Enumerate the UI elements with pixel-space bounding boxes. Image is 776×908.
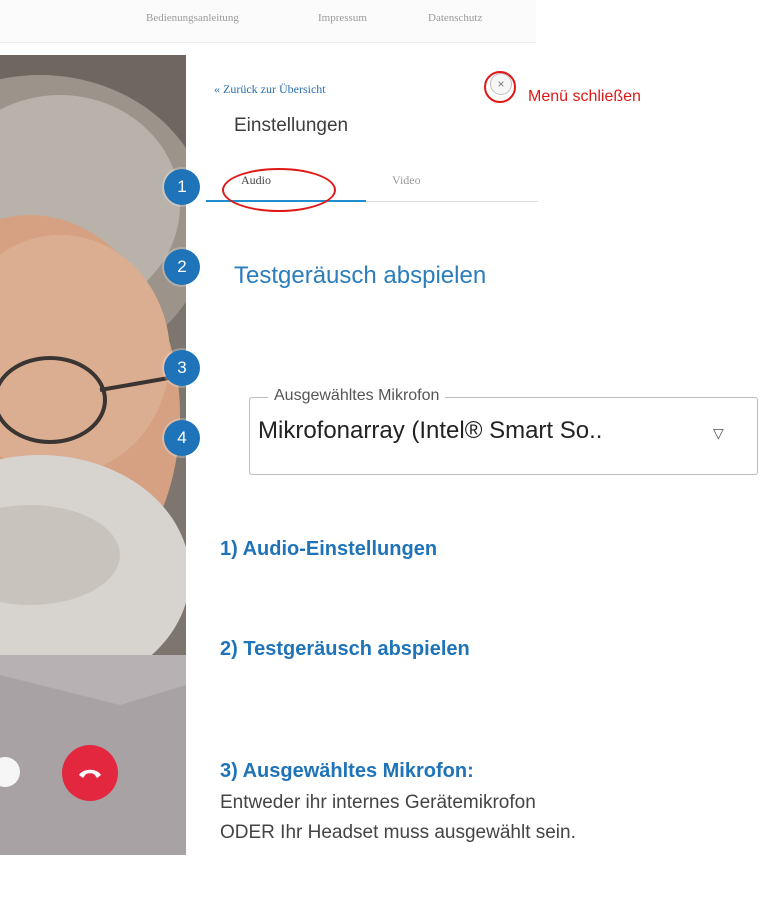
dropdown-arrow-icon: ▽ xyxy=(713,425,724,441)
hangup-button[interactable] xyxy=(62,745,118,801)
panel-title: Einstellungen xyxy=(234,115,349,136)
annotation-close-label: Menü schließen xyxy=(528,88,641,105)
top-nav: Bedienungsanleitung Impressum Datenschut… xyxy=(0,0,536,43)
instruction-microphone-line1: Entweder ihr internes Gerätemikrofon xyxy=(220,792,536,813)
instruction-test-sound: 2) Testgeräusch abspielen xyxy=(220,638,470,660)
nav-link-manual[interactable]: Bedienungsanleitung xyxy=(146,12,239,24)
marker-1: 1 xyxy=(164,169,200,205)
nav-link-privacy[interactable]: Datenschutz xyxy=(428,12,482,24)
instruction-audio-settings: 1) Audio-Einstellungen xyxy=(220,538,438,560)
marker-4: 4 xyxy=(164,420,200,456)
video-feed xyxy=(0,55,186,855)
instruction-microphone-line2: ODER Ihr Headset muss ausgewählt sein. xyxy=(220,822,576,843)
video-portrait-image xyxy=(0,55,186,855)
play-test-sound-button[interactable]: Testgeräusch abspielen xyxy=(234,262,486,290)
marker-3: 3 xyxy=(164,350,200,386)
microphone-select-label: Ausgewähltes Mikrofon xyxy=(268,387,446,405)
nav-link-imprint[interactable]: Impressum xyxy=(318,12,367,24)
microphone-select-value: Mikrofonarray (Intel® Smart So.. xyxy=(258,417,603,444)
tab-video[interactable]: Video xyxy=(392,173,421,188)
back-to-overview-link[interactable]: « Zurück zur Übersicht xyxy=(214,82,326,97)
marker-2: 2 xyxy=(164,249,200,285)
phone-hangup-icon xyxy=(79,769,101,778)
annotation-audio-ellipse xyxy=(222,168,336,212)
instruction-microphone-title: 3) Ausgewähltes Mikrofon: xyxy=(220,760,474,782)
annotation-close-circle xyxy=(484,71,516,103)
